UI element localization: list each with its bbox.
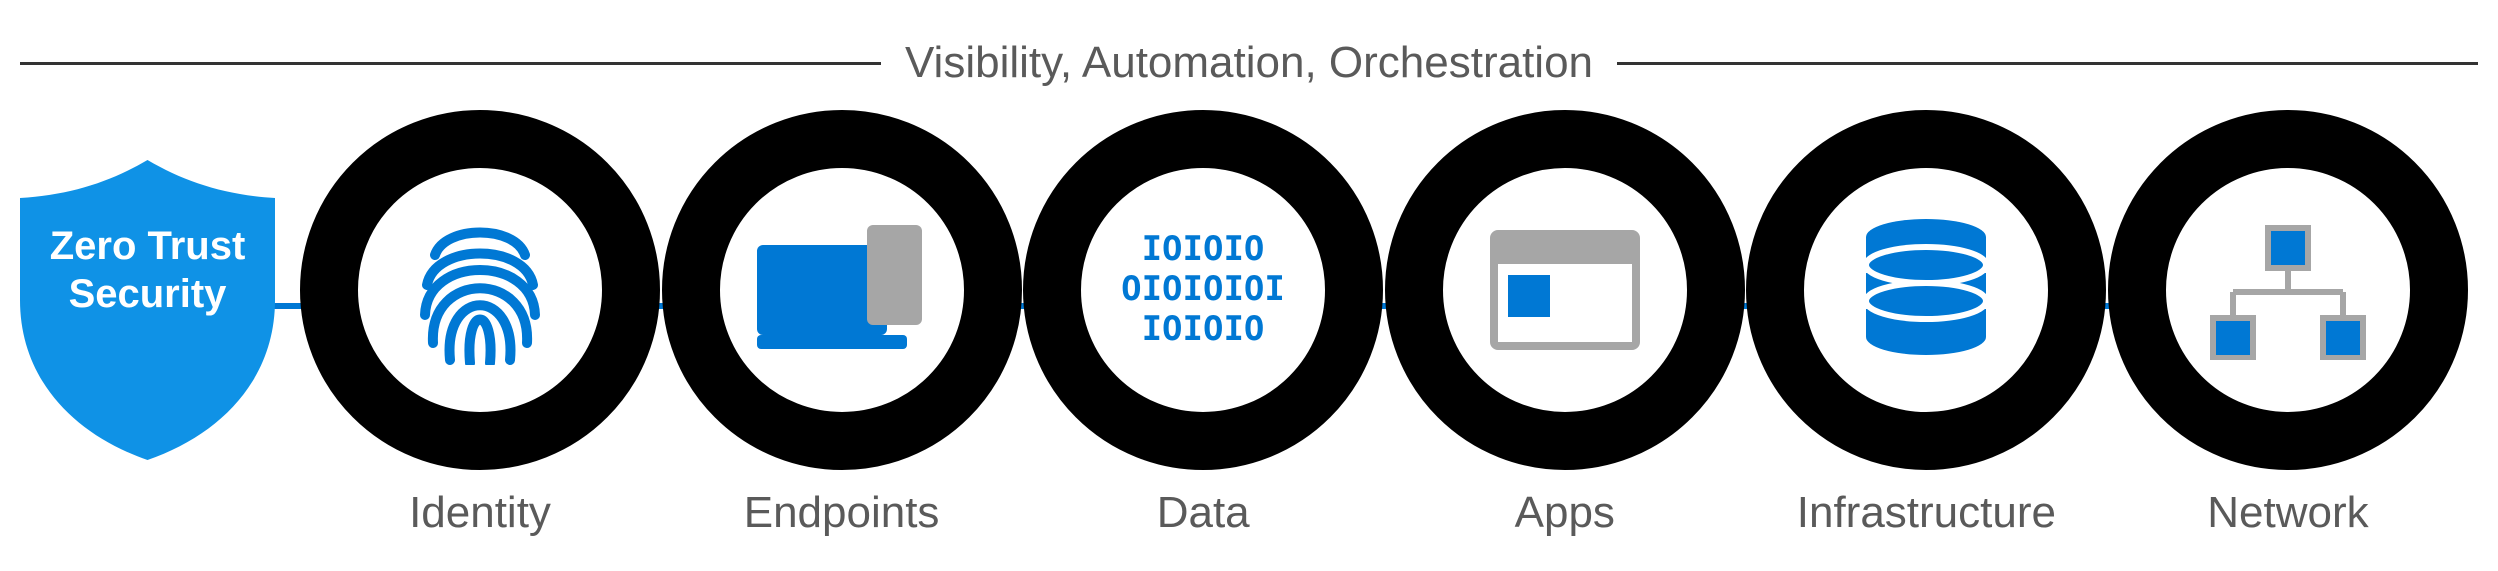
ring-network xyxy=(2108,110,2468,470)
shield-line2: Security xyxy=(69,272,227,316)
pillar-label-data: Data xyxy=(1157,488,1250,538)
shield-line1: Zero Trust xyxy=(50,224,246,268)
app-window-icon xyxy=(1490,230,1640,350)
zero-trust-shield: Zero Trust Security xyxy=(20,160,275,460)
ring-endpoints xyxy=(662,110,1022,470)
pillar-label-endpoints: Endpoints xyxy=(744,488,940,538)
pillar-label-apps: Apps xyxy=(1515,488,1615,538)
ring-infrastructure xyxy=(1746,110,2106,470)
shield-label: Zero Trust Security xyxy=(20,222,275,318)
devices-icon xyxy=(757,225,927,355)
rule-left xyxy=(20,62,881,65)
svg-text:IOIOIO: IOIOIO xyxy=(1142,230,1265,269)
pillar-apps: Apps xyxy=(1385,110,1745,538)
fingerprint-icon xyxy=(415,215,545,365)
pillar-infrastructure: Infrastructure xyxy=(1746,110,2106,538)
svg-text:OIOIOIOI: OIOIOIOI xyxy=(1121,269,1285,309)
ring-data: IOIOIO OIOIOIOI IOIOIO xyxy=(1023,110,1383,470)
svg-text:IOIOIO: IOIOIO xyxy=(1142,309,1265,349)
header-title: Visibility, Automation, Orchestration xyxy=(905,38,1593,88)
ring-apps xyxy=(1385,110,1745,470)
pillar-label-infrastructure: Infrastructure xyxy=(1797,488,2056,538)
binary-data-icon: IOIOIO OIOIOIOI IOIOIO xyxy=(1113,230,1293,350)
pillar-label-network: Network xyxy=(2207,488,2368,538)
pillars-row: Identity Endpoints IOIOIO OIOIOIOI IOIOI… xyxy=(300,110,2468,538)
pillar-endpoints: Endpoints xyxy=(662,110,1022,538)
ring-identity xyxy=(300,110,660,470)
pillar-data: IOIOIO OIOIOIOI IOIOIO Data xyxy=(1023,110,1383,538)
pillar-network: Network xyxy=(2108,110,2468,538)
pillar-identity: Identity xyxy=(300,110,660,538)
rule-right xyxy=(1617,62,2478,65)
database-icon xyxy=(1851,215,2001,365)
network-tree-icon xyxy=(2203,220,2373,360)
pillar-label-identity: Identity xyxy=(409,488,551,538)
header-rule: Visibility, Automation, Orchestration xyxy=(20,38,2478,88)
